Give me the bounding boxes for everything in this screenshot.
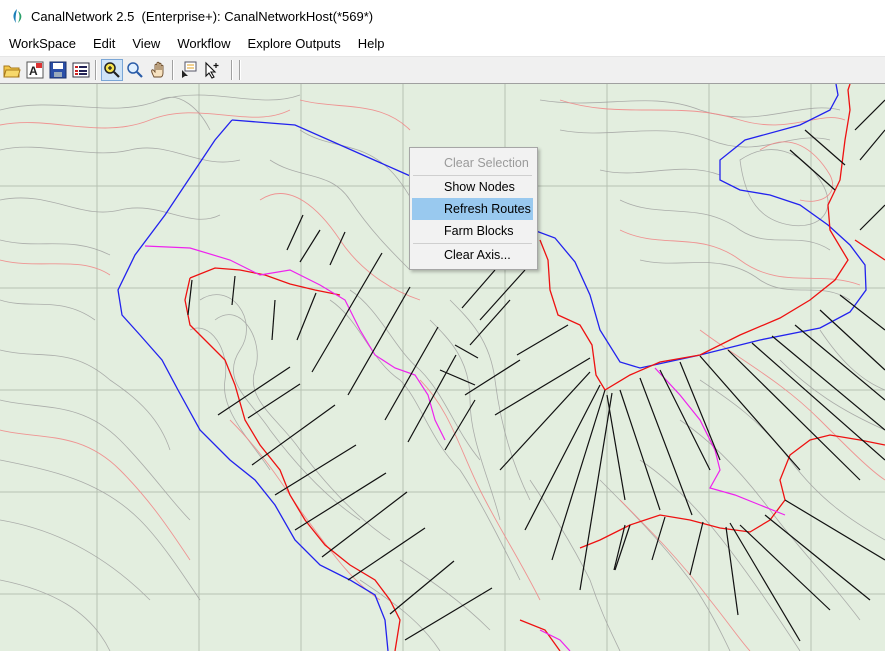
context-item-farm-blocks[interactable]: Farm Blocks: [412, 220, 533, 242]
window-title: CanalNetwork 2.5 (Enterprise+): CanalNet…: [31, 8, 374, 24]
menu-explore-outputs[interactable]: Explore Outputs: [239, 32, 349, 56]
select-pointer-icon: [205, 61, 219, 79]
zoom-in-button[interactable]: [101, 59, 123, 81]
pan-hand-icon: [151, 61, 164, 78]
properties-icon: [72, 62, 90, 78]
zoom-button[interactable]: [124, 59, 146, 81]
properties-button[interactable]: [70, 59, 92, 81]
pan-button[interactable]: [147, 59, 169, 81]
toolbar: A: [0, 57, 885, 84]
menu-help[interactable]: Help: [349, 32, 393, 56]
context-menu: Clear Selection Show Nodes Refresh Route…: [409, 147, 538, 270]
zoom-icon: [127, 62, 143, 78]
menu-view[interactable]: View: [123, 32, 168, 56]
add-node-button[interactable]: [178, 59, 200, 81]
add-node-icon: [182, 61, 197, 78]
menu-workspace[interactable]: WorkSpace: [0, 32, 84, 56]
menu-edit[interactable]: Edit: [84, 32, 123, 56]
context-item-show-nodes[interactable]: Show Nodes: [412, 176, 533, 198]
menu-workflow[interactable]: Workflow: [168, 32, 238, 56]
title-bar: CanalNetwork 2.5 (Enterprise+): CanalNet…: [0, 0, 885, 32]
app-logo-icon: [13, 9, 22, 23]
context-item-refresh-routes[interactable]: Refresh Routes: [412, 198, 533, 220]
context-item-clear-selection[interactable]: Clear Selection: [412, 152, 533, 174]
save-icon: [49, 61, 67, 79]
toolbar-separator: [239, 60, 241, 80]
save-button[interactable]: [47, 59, 69, 81]
toolbar-separator: [95, 60, 97, 80]
toolbar-separator: [231, 60, 233, 80]
open-folder-icon: [3, 65, 21, 78]
font-button[interactable]: A: [24, 59, 46, 81]
context-item-clear-axis[interactable]: Clear Axis...: [412, 244, 533, 266]
menu-bar: WorkSpace Edit View Workflow Explore Out…: [0, 32, 885, 57]
font-icon: A: [26, 61, 44, 79]
toolbar-separator: [172, 60, 174, 80]
select-pointer-button[interactable]: [201, 59, 223, 81]
open-folder-button[interactable]: [1, 59, 23, 81]
zoom-in-icon: [104, 62, 120, 78]
